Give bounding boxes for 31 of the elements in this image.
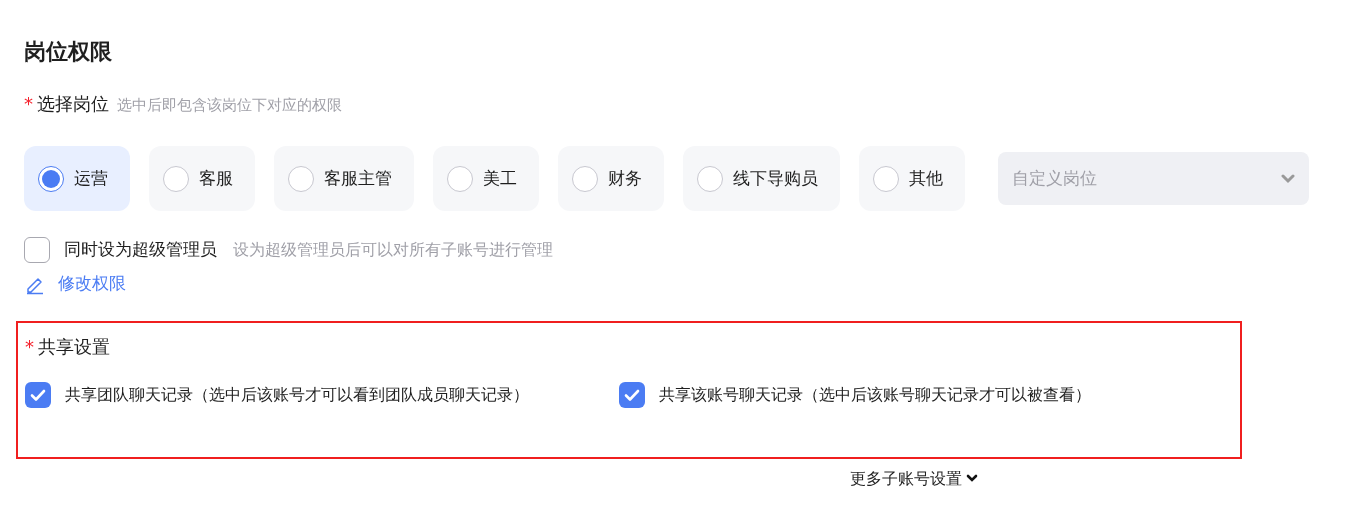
checkbox-label: 共享团队聊天记录（选中后该账号才可以看到团队成员聊天记录） [65, 383, 529, 406]
radio-button[interactable] [288, 165, 314, 192]
radio-button[interactable] [697, 165, 723, 192]
field-label: 共享设置 [38, 334, 110, 359]
checkbox[interactable] [24, 237, 50, 263]
required-mark: * [24, 92, 33, 116]
position-option[interactable]: 线下导购员 [683, 146, 840, 211]
position-option[interactable]: 客服主管 [274, 146, 414, 211]
checkbox-hint: 设为超级管理员后可以对所有子账号进行管理 [233, 239, 553, 261]
field-hint: 选中后即包含该岗位下对应的权限 [117, 95, 342, 116]
checkbox-label: 共享该账号聊天记录（选中后该账号聊天记录才可以被查看） [659, 383, 1091, 406]
section-title: 岗位权限 [24, 38, 112, 66]
radio-button[interactable] [163, 165, 189, 192]
checkbox[interactable] [25, 381, 51, 408]
position-option[interactable]: 客服 [149, 146, 255, 211]
radio-button[interactable] [447, 165, 473, 192]
position-option[interactable]: 财务 [558, 146, 664, 211]
checkbox[interactable] [619, 381, 645, 408]
checkbox-label: 同时设为超级管理员 [64, 238, 217, 262]
required-mark: * [25, 334, 34, 359]
edit-permissions-link[interactable]: 修改权限 [24, 271, 126, 297]
position-option[interactable]: 其他 [859, 146, 965, 211]
radio-button[interactable] [572, 165, 598, 192]
position-option[interactable]: 美工 [433, 146, 539, 211]
chevron-down-icon [1281, 173, 1295, 184]
field-label: 选择岗位 [37, 92, 109, 116]
radio-button[interactable] [873, 165, 899, 192]
chevron-down-icon [966, 474, 978, 483]
radio-button[interactable] [38, 165, 64, 192]
more-settings-link[interactable]: 更多子账号设置 [850, 466, 978, 491]
position-option[interactable]: 运营 [24, 146, 130, 211]
